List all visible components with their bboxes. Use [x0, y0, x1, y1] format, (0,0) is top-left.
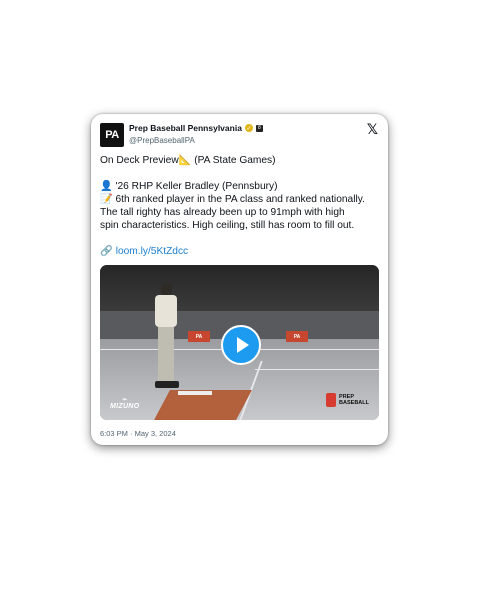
tweet-text-line: spin characteristics. High ceiling, stil… — [100, 220, 355, 231]
verified-badge-icon: ✓ — [244, 124, 253, 132]
avatar[interactable]: PA — [100, 123, 124, 147]
handle[interactable]: @PrepBaseballPA — [129, 136, 195, 145]
video-scene-wall — [100, 265, 379, 311]
prep-baseball-mark-icon — [326, 393, 337, 407]
tweet-timestamp[interactable]: 6:03 PM · May 3, 2024 — [100, 429, 176, 438]
player-legs — [158, 327, 174, 383]
prep-baseball-logo: PREP BASEBALL — [326, 393, 369, 407]
mizuno-logo: ⌁ MIZUNO — [110, 394, 140, 411]
link-icon: 🔗 — [100, 246, 113, 257]
name-row: Prep Baseball Pennsylvania ✓ 8 — [129, 123, 263, 133]
tweet-link[interactable]: 🔗 loom.ly/5KtZdcc — [100, 245, 188, 259]
pitching-rubber — [178, 391, 212, 395]
x-logo-icon[interactable]: 𝕏 — [367, 121, 378, 138]
video-player[interactable]: PA PA ⌁ MIZUNO PREP BASEBALL — [100, 265, 379, 420]
play-icon — [237, 337, 249, 353]
display-name[interactable]: Prep Baseball Pennsylvania — [129, 123, 242, 133]
prep-baseball-text: PREP BASEBALL — [339, 394, 369, 406]
player-torso — [155, 295, 177, 327]
tweet-text-line: 👤 '26 RHP Keller Bradley (Pennsbury) — [100, 181, 278, 192]
player-figure — [153, 283, 179, 393]
pb-text-line: BASEBALL — [339, 400, 369, 406]
court-line — [255, 369, 379, 370]
mizuno-runbird-icon: ⌁ — [121, 394, 128, 404]
tweet-text-line: The tall righty has already been up to 9… — [100, 207, 345, 218]
tweet-card: PA Prep Baseball Pennsylvania ✓ 8 @PrepB… — [91, 114, 388, 445]
player-head — [161, 283, 172, 295]
player-feet — [155, 381, 179, 388]
avatar-text: PA — [105, 129, 119, 141]
banner-sign: PA — [188, 331, 210, 342]
link-text[interactable]: loom.ly/5KtZdcc — [116, 246, 188, 257]
mizuno-text: MIZUNO — [110, 403, 140, 410]
tweet-text-line: 📝 6th ranked player in the PA class and … — [100, 194, 365, 205]
play-button[interactable] — [221, 325, 261, 365]
tweet-text-line: On Deck Preview📐 (PA State Games) — [100, 155, 276, 166]
affiliate-badge-icon[interactable]: 8 — [255, 124, 263, 132]
banner-sign: PA — [286, 331, 308, 342]
